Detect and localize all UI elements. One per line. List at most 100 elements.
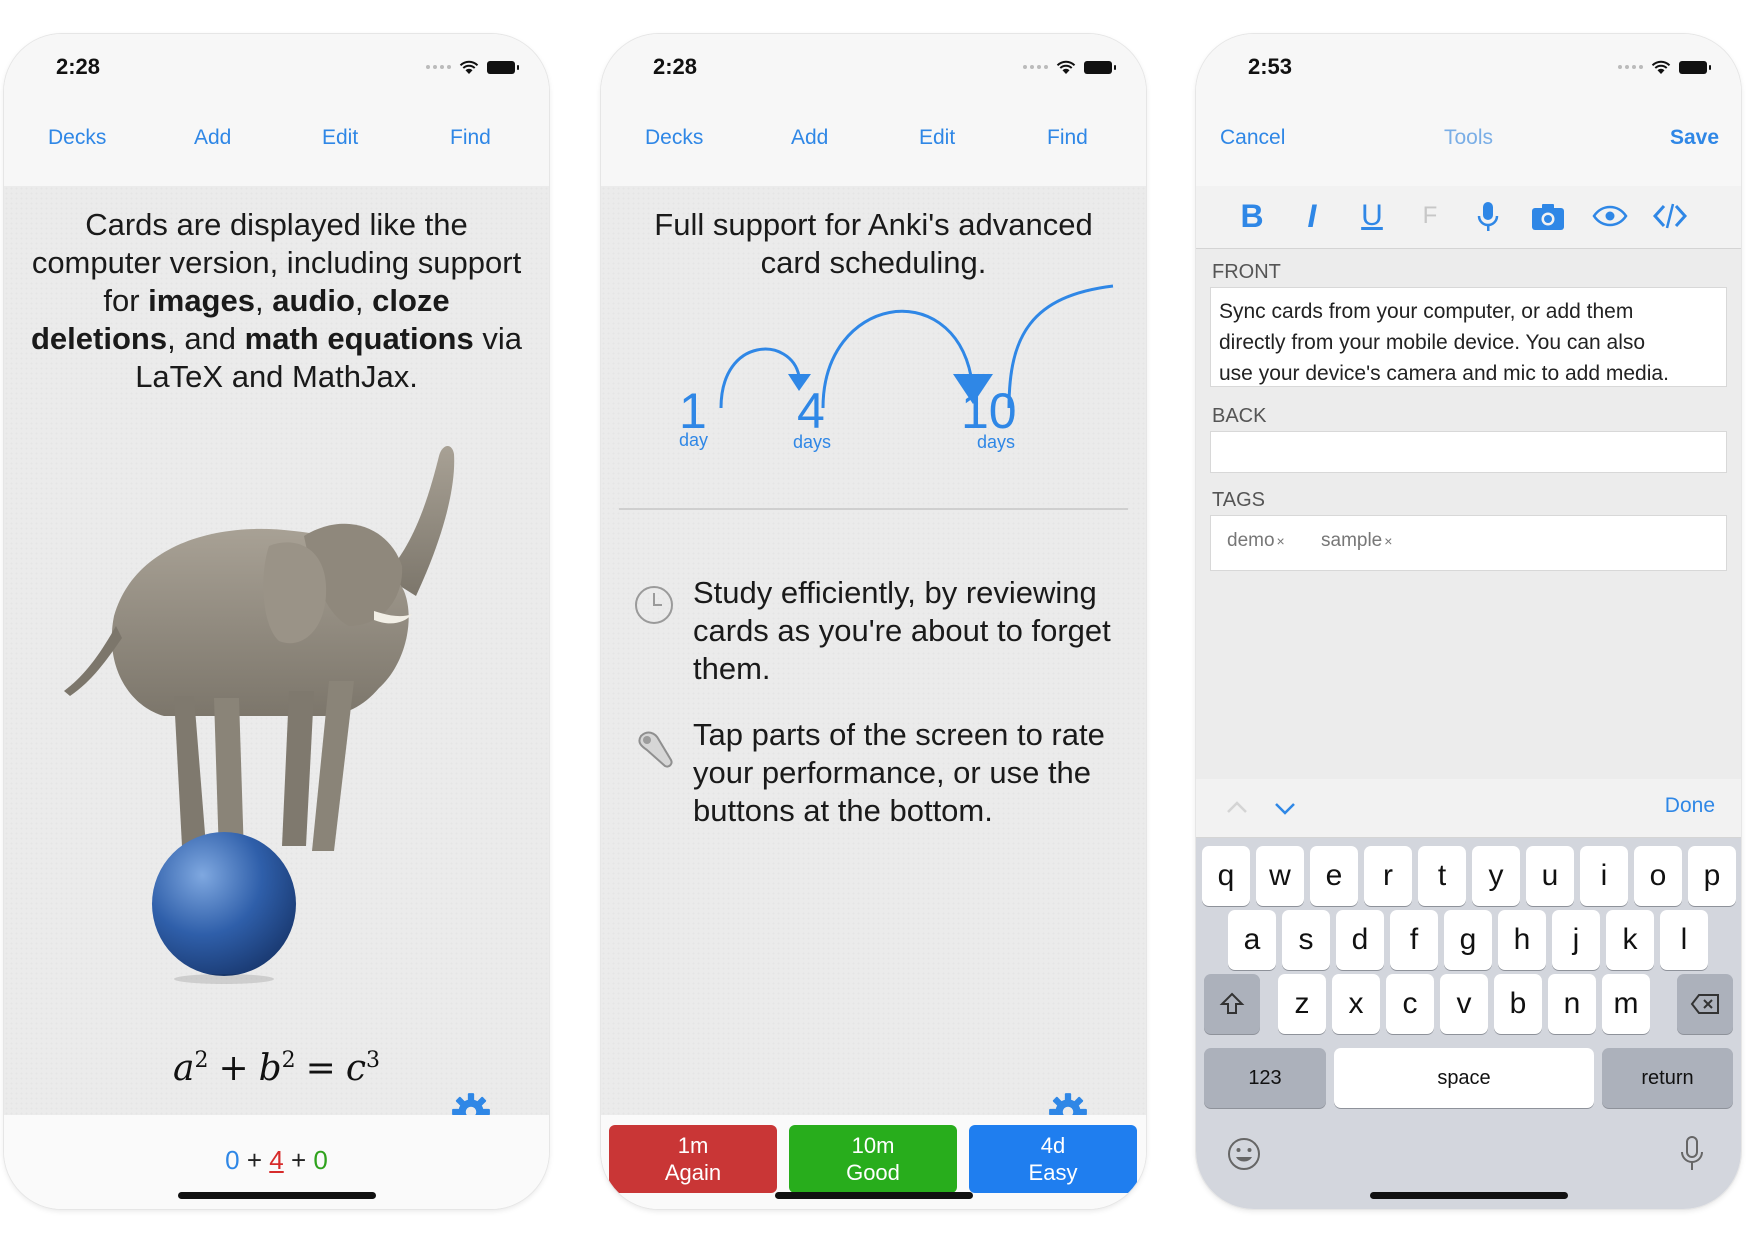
return-key[interactable]: return — [1602, 1048, 1733, 1108]
key-q[interactable]: q — [1202, 846, 1250, 906]
key-e[interactable]: e — [1310, 846, 1358, 906]
key-a[interactable]: a — [1228, 910, 1276, 970]
shift-key[interactable] — [1204, 974, 1260, 1034]
chevron-up-icon[interactable] — [1224, 795, 1250, 821]
save-button[interactable]: Save — [1670, 126, 1719, 150]
key-i[interactable]: i — [1580, 846, 1628, 906]
add-button[interactable]: Add — [194, 126, 231, 150]
note-editor: FRONT Sync cards from your computer, or … — [1196, 249, 1741, 779]
card-area[interactable]: Full support for Anki's advanced card sc… — [601, 186, 1146, 1131]
key-s[interactable]: s — [1282, 910, 1330, 970]
due-counts: 0 + 4 + 0 — [225, 1145, 328, 1175]
cancel-button[interactable]: Cancel — [1220, 126, 1285, 150]
delete-key[interactable] — [1677, 974, 1733, 1034]
key-l[interactable]: l — [1660, 910, 1708, 970]
front-label: FRONT — [1212, 261, 1281, 283]
key-o[interactable]: o — [1634, 846, 1682, 906]
key-g[interactable]: g — [1444, 910, 1492, 970]
status-bar: 2:53 — [1196, 34, 1741, 98]
decks-button[interactable]: Decks — [645, 126, 703, 150]
feature-study: Study efficiently, by reviewing cards as… — [693, 575, 1111, 686]
subscript-button[interactable]: F — [1410, 196, 1450, 236]
back-label: BACK — [1212, 405, 1267, 427]
emoji-icon[interactable] — [1226, 1136, 1262, 1172]
tags-label: TAGS — [1212, 489, 1265, 511]
chevron-down-icon[interactable] — [1272, 795, 1298, 821]
tag-chip[interactable]: sample × — [1321, 530, 1392, 552]
nav-bar: Decks Add Edit Find — [4, 98, 549, 187]
home-indicator[interactable] — [177, 1192, 376, 1199]
find-button[interactable]: Find — [1047, 126, 1088, 150]
key-r[interactable]: r — [1364, 846, 1412, 906]
wifi-icon — [1651, 60, 1671, 74]
phone-add-card: 2:53 Cancel Tools Save B I U F FRONT Syn… — [1196, 34, 1741, 1209]
italic-button[interactable]: I — [1292, 196, 1332, 236]
html-code-icon[interactable] — [1650, 196, 1690, 236]
edit-button[interactable]: Edit — [919, 126, 955, 150]
key-c[interactable]: c — [1386, 974, 1434, 1034]
key-k[interactable]: k — [1606, 910, 1654, 970]
key-j[interactable]: j — [1552, 910, 1600, 970]
status-time: 2:53 — [1248, 54, 1293, 79]
done-button[interactable]: Done — [1665, 794, 1715, 818]
dictation-microphone-icon[interactable] — [1677, 1134, 1707, 1174]
key-n[interactable]: n — [1548, 974, 1596, 1034]
math-equation: a2 + b2 = c3 — [172, 1048, 381, 1089]
key-t[interactable]: t — [1418, 846, 1466, 906]
key-y[interactable]: y — [1472, 846, 1520, 906]
keyboard-accessory-bar: Done — [1196, 779, 1741, 838]
key-d[interactable]: d — [1336, 910, 1384, 970]
again-button[interactable]: 1m Again — [609, 1125, 777, 1193]
numbers-key[interactable]: 123 — [1204, 1048, 1326, 1108]
phone-card-display: 2:28 Decks Add Edit Find Cards are displ… — [4, 34, 549, 1209]
tags-field[interactable]: demo × sample × — [1210, 515, 1727, 571]
card-area[interactable]: Cards are displayed like the computer ve… — [4, 186, 549, 1131]
key-h[interactable]: h — [1498, 910, 1546, 970]
preview-eye-icon[interactable] — [1590, 196, 1630, 236]
interval-arrows-diagram — [719, 284, 1114, 409]
camera-icon[interactable] — [1528, 196, 1568, 236]
tag-remove-icon[interactable]: × — [1384, 533, 1392, 549]
key-w[interactable]: w — [1256, 846, 1304, 906]
key-m[interactable]: m — [1602, 974, 1650, 1034]
clock-icon — [635, 586, 673, 624]
key-b[interactable]: b — [1494, 974, 1542, 1034]
good-button[interactable]: 10m Good — [789, 1125, 957, 1193]
underline-button[interactable]: U — [1352, 196, 1392, 236]
battery-icon — [1084, 60, 1116, 74]
back-field[interactable] — [1210, 431, 1727, 473]
phone-scheduling: 2:28 Decks Add Edit Find Full support fo… — [601, 34, 1146, 1209]
microphone-icon[interactable] — [1468, 196, 1508, 236]
battery-icon — [487, 60, 519, 74]
find-button[interactable]: Find — [450, 126, 491, 150]
tag-chip[interactable]: demo × — [1227, 530, 1285, 552]
nav-bar: Decks Add Edit Find — [601, 98, 1146, 187]
key-z[interactable]: z — [1278, 974, 1326, 1034]
space-key[interactable]: space — [1334, 1048, 1594, 1108]
key-u[interactable]: u — [1526, 846, 1574, 906]
edit-button[interactable]: Edit — [322, 126, 358, 150]
add-button[interactable]: Add — [791, 126, 828, 150]
key-x[interactable]: x — [1332, 974, 1380, 1034]
keyboard: qwertyuiop asdfghjkl zxcvbnm 123 space r… — [1196, 838, 1741, 1209]
backspace-icon — [1690, 994, 1719, 1014]
interval-unit: day — [679, 430, 709, 450]
status-time: 2:28 — [653, 54, 698, 79]
front-field[interactable]: Sync cards from your computer, or add th… — [1210, 287, 1727, 387]
interval-unit: days — [793, 432, 832, 452]
bold-button[interactable]: B — [1232, 196, 1272, 236]
bottom-bar: 0 + 4 + 0 — [4, 1115, 549, 1209]
tag-remove-icon[interactable]: × — [1277, 533, 1285, 549]
tools-button[interactable]: Tools — [1444, 126, 1493, 150]
decks-button[interactable]: Decks — [48, 126, 106, 150]
elephant-on-ball-image — [64, 445, 455, 984]
wifi-icon — [459, 60, 479, 74]
key-f[interactable]: f — [1390, 910, 1438, 970]
home-indicator[interactable] — [774, 1192, 973, 1199]
easy-button[interactable]: 4d Easy — [969, 1125, 1137, 1193]
answer-bar: 1m Again 10m Good 4d Easy — [601, 1115, 1146, 1209]
signal-icon — [1618, 65, 1643, 69]
home-indicator[interactable] — [1369, 1192, 1568, 1199]
key-p[interactable]: p — [1688, 846, 1736, 906]
key-v[interactable]: v — [1440, 974, 1488, 1034]
